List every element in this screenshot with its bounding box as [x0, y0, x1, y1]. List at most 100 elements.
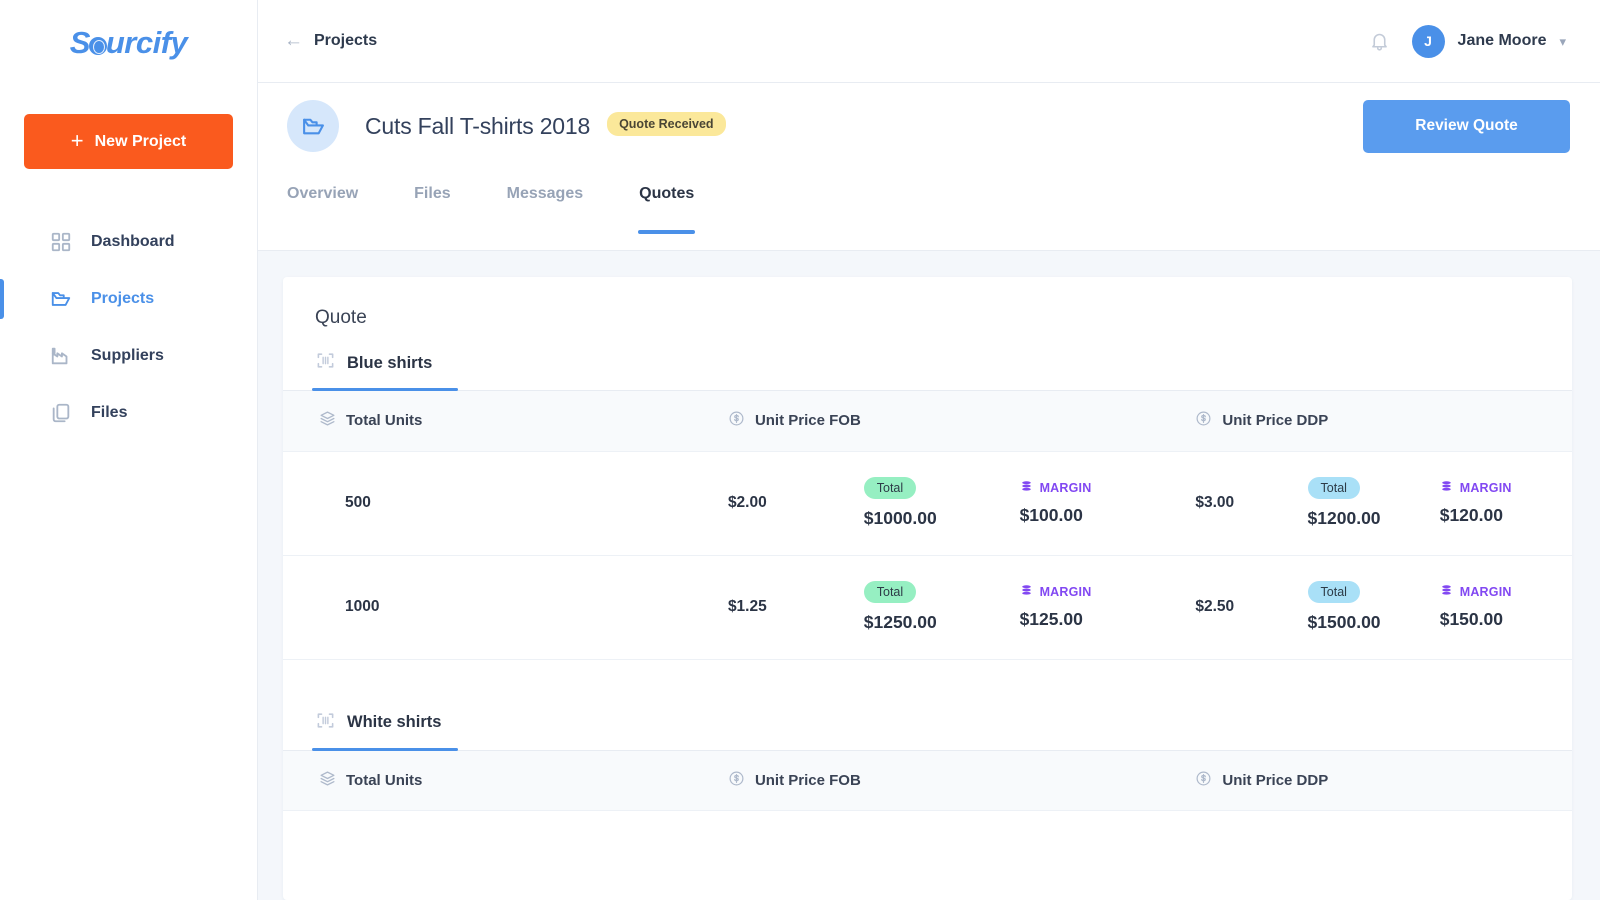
user-name: Jane Moore	[1457, 32, 1547, 49]
dollar-circle-icon	[1195, 410, 1212, 431]
col-header-label: Unit Price DDP	[1222, 412, 1329, 430]
margin-amount: $100.00	[1019, 505, 1083, 525]
margin-text: MARGIN	[1039, 481, 1092, 495]
quote-card-title: Quote	[315, 307, 367, 328]
content-area: Quote Blue shirts Total Units Unit Price…	[258, 251, 1600, 900]
sidebar-item-label: Projects	[91, 289, 155, 307]
margin-amount: $120.00	[1439, 505, 1503, 525]
col-header-label: Total Units	[346, 771, 423, 789]
folder-open-icon	[50, 288, 72, 310]
dollar-circle-icon	[728, 770, 745, 791]
group-tab-row-white-shirts: White shirts	[283, 689, 1572, 751]
main-area: ← Projects J Jane Moore ▾ Cuts Fall T-sh…	[258, 0, 1600, 900]
back-to-projects-link[interactable]: ← Projects	[284, 31, 378, 51]
col-header-unit-price-fob: Unit Price FOB	[707, 391, 1176, 452]
user-menu[interactable]: J Jane Moore ▾	[1411, 24, 1566, 58]
avatar: J	[1411, 24, 1445, 58]
folder-open-icon	[287, 100, 339, 152]
tab-overview[interactable]: Overview	[286, 169, 359, 233]
sidebar-item-projects[interactable]: Projects	[0, 270, 257, 327]
total-amount: $1200.00	[1307, 508, 1381, 528]
new-project-button[interactable]: + New Project	[24, 114, 233, 169]
sidebar-item-label: Files	[91, 403, 128, 421]
group-tab-blue-shirts[interactable]: Blue shirts	[312, 329, 482, 391]
group-tab-label: Blue shirts	[347, 353, 433, 372]
group-tab-label: White shirts	[347, 713, 442, 731]
tab-files[interactable]: Files	[413, 169, 451, 233]
table-row: 1000 $1.25 Total $1250.00 MARGIN $125.00…	[283, 555, 1572, 660]
cell-total-units: 500	[283, 451, 708, 556]
layers-icon	[319, 410, 336, 431]
group-tab-white-shirts[interactable]: White shirts	[312, 689, 482, 751]
quote-card: Quote Blue shirts Total Units Unit Price…	[283, 277, 1572, 900]
project-tabs: Overview Files Messages Quotes	[258, 169, 1600, 251]
cell-ddp-margin: MARGIN $150.00	[1439, 555, 1572, 660]
brand-logo-text: Surcify	[69, 25, 188, 60]
page-title: Cuts Fall T-shirts 2018	[365, 112, 591, 139]
total-badge: Total	[1307, 477, 1360, 499]
cell-ddp-total: Total $1200.00	[1307, 451, 1440, 556]
sidebar-nav: Dashboard Projects Suppliers Files	[0, 213, 257, 441]
factory-icon	[50, 345, 72, 367]
col-header-label: Unit Price FOB	[754, 771, 861, 789]
cell-fob-margin: MARGIN $100.00	[1019, 451, 1176, 556]
margin-label: MARGIN	[1440, 480, 1512, 496]
stack-icon	[1440, 480, 1453, 496]
margin-text: MARGIN	[1459, 481, 1512, 495]
col-header-total-units: Total Units	[283, 750, 708, 811]
tab-messages[interactable]: Messages	[506, 169, 585, 233]
breadcrumb: Projects	[314, 32, 378, 49]
cell-fob-margin: MARGIN $125.00	[1019, 555, 1176, 660]
dollar-circle-icon	[1195, 770, 1212, 791]
table-header-row: Total Units Unit Price FOB Unit Price DD…	[283, 391, 1572, 452]
col-header-unit-price-ddp: Unit Price DDP	[1175, 391, 1572, 452]
cell-fob-unit-price: $1.25	[707, 555, 864, 660]
cell-ddp-unit-price: $2.50	[1175, 555, 1308, 660]
total-amount: $1250.00	[863, 612, 937, 632]
review-quote-button[interactable]: Review Quote	[1363, 99, 1570, 153]
layers-icon	[319, 770, 336, 791]
total-badge: Total	[1307, 581, 1360, 603]
cell-total-units: 1000	[283, 555, 708, 660]
tab-quotes[interactable]: Quotes	[638, 169, 696, 234]
dollar-circle-icon	[728, 410, 745, 431]
cell-ddp-margin: MARGIN $120.00	[1439, 451, 1572, 556]
logo-globe-icon	[88, 37, 107, 55]
sidebar-item-files[interactable]: Files	[0, 384, 257, 441]
total-amount: $1500.00	[1307, 612, 1381, 632]
cell-fob-total: Total $1000.00	[863, 451, 1020, 556]
scan-frame-icon	[316, 351, 335, 375]
col-header-total-units: Total Units	[283, 391, 708, 452]
sidebar-item-dashboard[interactable]: Dashboard	[0, 213, 257, 270]
sidebar-item-label: Dashboard	[91, 232, 175, 250]
top-bar: ← Projects J Jane Moore ▾	[258, 0, 1600, 83]
scan-frame-icon	[316, 711, 335, 735]
col-header-label: Unit Price FOB	[754, 412, 861, 430]
cell-fob-unit-price: $2.00	[707, 451, 864, 556]
chevron-down-icon: ▾	[1559, 33, 1566, 49]
app-root: Surcify + New Project Dashboard Projects…	[0, 0, 1600, 900]
stack-icon	[1020, 584, 1033, 600]
brand-logo[interactable]: Surcify	[0, 0, 257, 86]
sidebar: Surcify + New Project Dashboard Projects…	[0, 0, 258, 900]
top-bar-right: J Jane Moore ▾	[1369, 24, 1566, 58]
col-header-label: Unit Price DDP	[1222, 771, 1329, 789]
col-header-unit-price-ddp: Unit Price DDP	[1175, 750, 1572, 811]
status-badge: Quote Received	[607, 112, 726, 136]
cell-ddp-total: Total $1500.00	[1307, 555, 1440, 660]
stack-icon	[1440, 584, 1453, 600]
margin-text: MARGIN	[1459, 585, 1512, 599]
sidebar-item-suppliers[interactable]: Suppliers	[0, 327, 257, 384]
bell-icon[interactable]	[1369, 31, 1390, 52]
cell-fob-total: Total $1250.00	[863, 555, 1020, 660]
table-header: Total Units Unit Price FOB Unit Price DD…	[283, 750, 1572, 811]
group-tab-row-blue-shirts: Blue shirts	[283, 329, 1572, 391]
margin-label: MARGIN	[1020, 480, 1092, 496]
grid-icon	[50, 231, 72, 253]
margin-label: MARGIN	[1440, 584, 1512, 600]
new-project-label: New Project	[94, 132, 187, 150]
col-header-unit-price-fob: Unit Price FOB	[707, 750, 1176, 811]
files-icon	[50, 402, 72, 424]
table-header: Total Units Unit Price FOB Unit Price DD…	[283, 391, 1572, 452]
margin-text: MARGIN	[1039, 585, 1092, 599]
